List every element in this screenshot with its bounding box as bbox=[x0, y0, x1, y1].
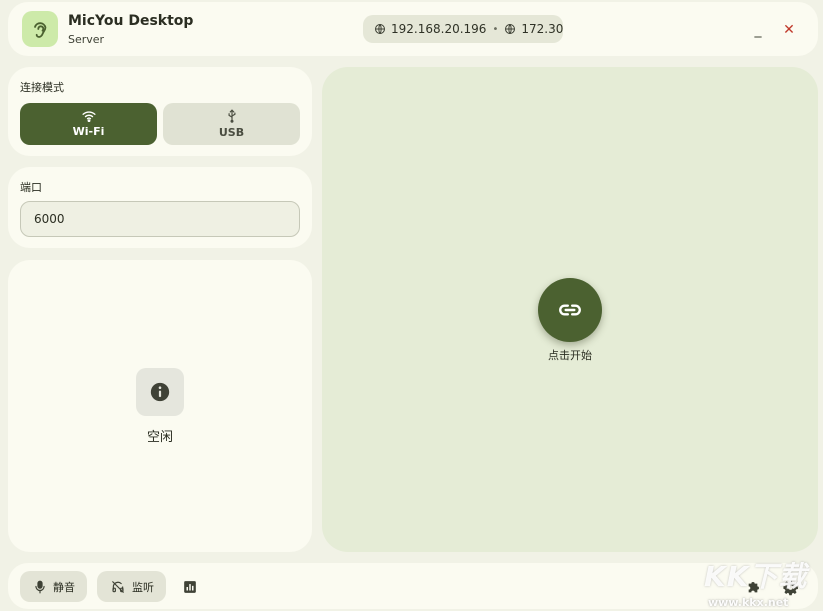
mute-label: 静音 bbox=[53, 580, 75, 594]
monitor-label: 监听 bbox=[132, 580, 154, 594]
connection-mode-label: 连接模式 bbox=[20, 81, 64, 94]
link-icon bbox=[559, 304, 581, 316]
port-card: 端口 bbox=[8, 167, 312, 248]
globe-icon bbox=[505, 24, 516, 34]
start-button[interactable] bbox=[538, 278, 602, 342]
main-panel: 点击开始 bbox=[322, 67, 818, 552]
minimize-button[interactable]: _ bbox=[748, 20, 768, 40]
port-input[interactable] bbox=[20, 201, 300, 237]
status-text: 空闲 bbox=[146, 430, 173, 445]
usb-mode-button[interactable]: USB bbox=[163, 103, 300, 145]
wifi-mode-label: Wi-Fi bbox=[72, 125, 105, 138]
monitor-button[interactable]: 监听 bbox=[97, 571, 166, 602]
usb-mode-label: USB bbox=[218, 126, 245, 139]
app-title: MicYou Desktop bbox=[68, 13, 194, 29]
minimize-icon: _ bbox=[754, 22, 762, 38]
port-label: 端口 bbox=[20, 181, 42, 194]
app-subtitle: Server bbox=[68, 33, 105, 46]
globe-icon bbox=[375, 24, 385, 34]
info-icon bbox=[150, 382, 170, 402]
close-icon: ✕ bbox=[783, 22, 795, 38]
app-logo bbox=[22, 11, 58, 47]
usb-icon bbox=[227, 109, 235, 123]
status-card: 空闲 bbox=[8, 260, 312, 552]
bottom-bar: 静音 监听 bbox=[8, 563, 818, 609]
watermark-url: www.kkx.net bbox=[708, 596, 789, 609]
headphones-off-icon bbox=[112, 580, 124, 593]
status-icon-box bbox=[136, 368, 184, 416]
connection-mode-card: 连接模式 Wi-Fi USB bbox=[8, 67, 312, 156]
ip-address-list: 192.168.20.196 • 172.30.0 bbox=[363, 15, 563, 43]
watermark-logo: KK下载 bbox=[704, 560, 808, 593]
title-bar: MicYou Desktop Server 192.168.20.196 • 1… bbox=[8, 2, 818, 56]
stats-button[interactable] bbox=[179, 576, 201, 598]
bar-chart-icon bbox=[184, 581, 196, 593]
wifi-mode-button[interactable]: Wi-Fi bbox=[20, 103, 157, 145]
close-button[interactable]: ✕ bbox=[779, 20, 799, 40]
wifi-icon bbox=[81, 111, 96, 122]
ip-address-2: 172.30.0 bbox=[521, 22, 563, 36]
ip-address-1: 192.168.20.196 bbox=[391, 22, 487, 36]
mute-button[interactable]: 静音 bbox=[20, 571, 87, 602]
ear-icon bbox=[34, 22, 47, 38]
start-label: 点击开始 bbox=[548, 349, 592, 362]
ip-separator: • bbox=[492, 23, 499, 35]
microphone-icon bbox=[35, 580, 45, 593]
